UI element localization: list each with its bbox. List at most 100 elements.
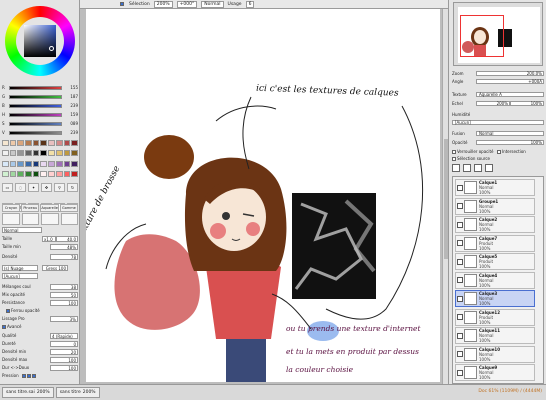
palette-swatch[interactable]	[55, 160, 63, 167]
delete-layer-icon[interactable]	[485, 163, 493, 172]
tab-aquarelle[interactable]: Aquarelle	[40, 204, 59, 212]
palette-swatch[interactable]	[2, 160, 9, 167]
layer-item[interactable]: Groupe1 Normal 100%	[455, 197, 535, 215]
layer-visibility-icon[interactable]	[457, 351, 463, 357]
pro-value[interactable]: 3%	[50, 315, 78, 322]
new-layer-icon[interactable]	[452, 163, 460, 172]
slider-value[interactable]: 159	[64, 112, 78, 117]
layer-visibility-icon[interactable]	[457, 314, 463, 320]
tab-crayon[interactable]: Crayon	[2, 204, 21, 212]
new-folder-icon[interactable]	[463, 163, 471, 172]
persistence-value[interactable]: 100	[50, 299, 78, 306]
palette-swatch[interactable]	[25, 160, 32, 167]
slider-value[interactable]: 239	[64, 103, 78, 108]
pressure-checkbox-3[interactable]	[31, 373, 36, 378]
max-density-value[interactable]: 100	[50, 356, 78, 363]
merge-layer-icon[interactable]	[474, 163, 482, 172]
palette-swatch[interactable]	[2, 170, 9, 177]
color-slider-r[interactable]: R 155	[2, 84, 78, 91]
brush-preset-2[interactable]	[21, 213, 39, 225]
palette-swatch[interactable]	[9, 140, 17, 146]
layer-item[interactable]: Calque7 Produit 100%	[455, 234, 535, 252]
palette-swatch[interactable]	[40, 140, 48, 146]
slider-track[interactable]	[9, 130, 62, 135]
palette-swatch[interactable]	[32, 140, 40, 146]
layer-item[interactable]: Calque11 Normal 100%	[455, 327, 535, 344]
palette-swatch[interactable]	[32, 170, 40, 177]
brush-preset-1[interactable]	[2, 213, 20, 225]
palette-swatch[interactable]	[55, 150, 63, 157]
palette-swatch[interactable]	[9, 170, 17, 177]
color-slider-g[interactable]: G 187	[2, 93, 78, 100]
palette-swatch[interactable]	[40, 160, 48, 167]
size-multiplier[interactable]: x1.0	[42, 235, 56, 242]
layer-item[interactable]: Calque1 Normal 100%	[455, 179, 535, 196]
document-tab-2[interactable]: sans titre 200%	[55, 387, 100, 398]
zoom-field[interactable]: 200%	[153, 0, 173, 8]
palette-swatch[interactable]	[9, 150, 17, 157]
selection-tool-icon[interactable]: ▭	[2, 183, 13, 192]
layer-visibility-icon[interactable]	[457, 203, 463, 209]
brush-texture-select[interactable]: (s) Nuage	[2, 264, 38, 271]
fusion-select[interactable]: Normal	[476, 131, 544, 136]
palette-swatch[interactable]	[48, 140, 55, 146]
layer-visibility-icon[interactable]	[457, 295, 463, 302]
document-tab-1[interactable]: sans titre.sai 200%	[2, 387, 54, 398]
zoom-tool-icon[interactable]: ⚲	[54, 183, 65, 192]
palette-swatch[interactable]	[25, 170, 32, 177]
palette-swatch[interactable]	[17, 140, 25, 146]
layer-visibility-icon[interactable]	[457, 258, 463, 265]
rotate-tool-icon[interactable]: ↻	[67, 183, 78, 192]
color-slider-v[interactable]: V 239	[2, 129, 78, 136]
palette-swatch[interactable]	[17, 170, 25, 177]
palette-swatch[interactable]	[32, 150, 40, 157]
palette-swatch[interactable]	[63, 140, 71, 146]
brush-preset-4[interactable]	[60, 213, 78, 225]
min-size-value[interactable]: 48%	[50, 243, 78, 250]
slider-track[interactable]	[9, 85, 62, 90]
drawing-canvas[interactable]: ici c'est les textures de calques textur…	[86, 9, 440, 382]
color-slider-h[interactable]: H 159	[2, 111, 78, 118]
palette-swatch[interactable]	[25, 150, 32, 157]
layer-visibility-icon[interactable]	[457, 221, 463, 228]
blend-mode-field[interactable]: Normal	[201, 0, 224, 8]
layer-item[interactable]: Calque2 Normal 100%	[455, 216, 535, 233]
palette-swatch[interactable]	[71, 170, 78, 177]
saturation-value-square[interactable]	[24, 25, 56, 57]
advanced-checkbox[interactable]	[2, 324, 6, 329]
palette-swatch[interactable]	[32, 160, 40, 167]
slider-value[interactable]: 155	[64, 85, 78, 90]
palette-swatch[interactable]	[71, 150, 78, 157]
layer-item[interactable]: Calque5 Produit 100%	[455, 253, 535, 270]
slider-track[interactable]	[9, 112, 62, 117]
palette-swatch[interactable]	[63, 170, 71, 177]
palette-swatch[interactable]	[48, 170, 55, 177]
palette-swatch[interactable]	[71, 140, 78, 146]
usage-field[interactable]: 6	[245, 0, 255, 8]
scale-value[interactable]: 200%	[476, 101, 510, 106]
pressure-checkbox-1[interactable]	[21, 373, 26, 378]
slider-value[interactable]: 089	[64, 121, 78, 126]
color-picker-cursor[interactable]	[49, 46, 54, 51]
selection-source-checkbox[interactable]	[452, 156, 456, 161]
layer-item[interactable]: Calque12 Produit 100%	[455, 308, 535, 326]
slider-track[interactable]	[9, 103, 62, 108]
keep-opacity-checkbox[interactable]	[6, 308, 10, 313]
density-value[interactable]: 78	[50, 253, 78, 260]
slider-value[interactable]: 187	[64, 94, 78, 99]
palette-swatch[interactable]	[48, 160, 55, 167]
pressure-checkbox-2[interactable]	[26, 373, 31, 378]
slider-track[interactable]	[9, 94, 62, 99]
nav-zoom-value[interactable]: 200.0%	[476, 71, 544, 76]
blend-value[interactable]: 38	[50, 283, 78, 290]
rotation-field[interactable]: +000°	[176, 0, 198, 8]
palette-swatch[interactable]	[55, 140, 63, 146]
layer-visibility-icon[interactable]	[457, 332, 463, 339]
opacity-value[interactable]: 100%	[476, 140, 544, 145]
palette-swatch[interactable]	[17, 160, 25, 167]
tab-pinceau[interactable]: Pinceau	[21, 204, 40, 212]
mix-value[interactable]: 50	[50, 291, 78, 298]
size-value[interactable]: 40.0	[56, 235, 78, 242]
palette-swatch[interactable]	[2, 140, 9, 146]
nav-angle-value[interactable]: +000A	[476, 79, 544, 84]
